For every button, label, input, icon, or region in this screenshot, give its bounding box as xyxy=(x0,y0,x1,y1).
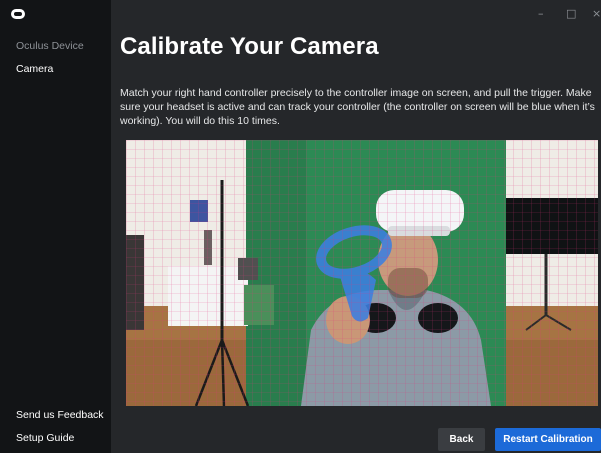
restart-calibration-button[interactable]: Restart Calibration xyxy=(495,428,601,451)
setup-guide-link[interactable]: Setup Guide xyxy=(16,432,74,444)
camera-feed xyxy=(126,140,598,406)
oculus-logo-icon xyxy=(11,9,25,19)
sidebar-item-oculus-device[interactable]: Oculus Device xyxy=(16,40,84,52)
sidebar-item-camera[interactable]: Camera xyxy=(16,63,53,75)
instructions-text: Match your right hand controller precise… xyxy=(120,87,595,127)
close-button[interactable]: × xyxy=(592,8,601,20)
main-panel: – □ × Calibrate Your Camera Match your r… xyxy=(111,0,601,453)
send-feedback-link[interactable]: Send us Feedback xyxy=(16,409,104,421)
maximize-button[interactable]: □ xyxy=(566,8,576,20)
page-title: Calibrate Your Camera xyxy=(120,33,379,60)
sidebar: Oculus Device Camera Send us Feedback Se… xyxy=(0,0,111,453)
back-button[interactable]: Back xyxy=(438,428,485,451)
minimize-button[interactable]: – xyxy=(538,8,544,20)
